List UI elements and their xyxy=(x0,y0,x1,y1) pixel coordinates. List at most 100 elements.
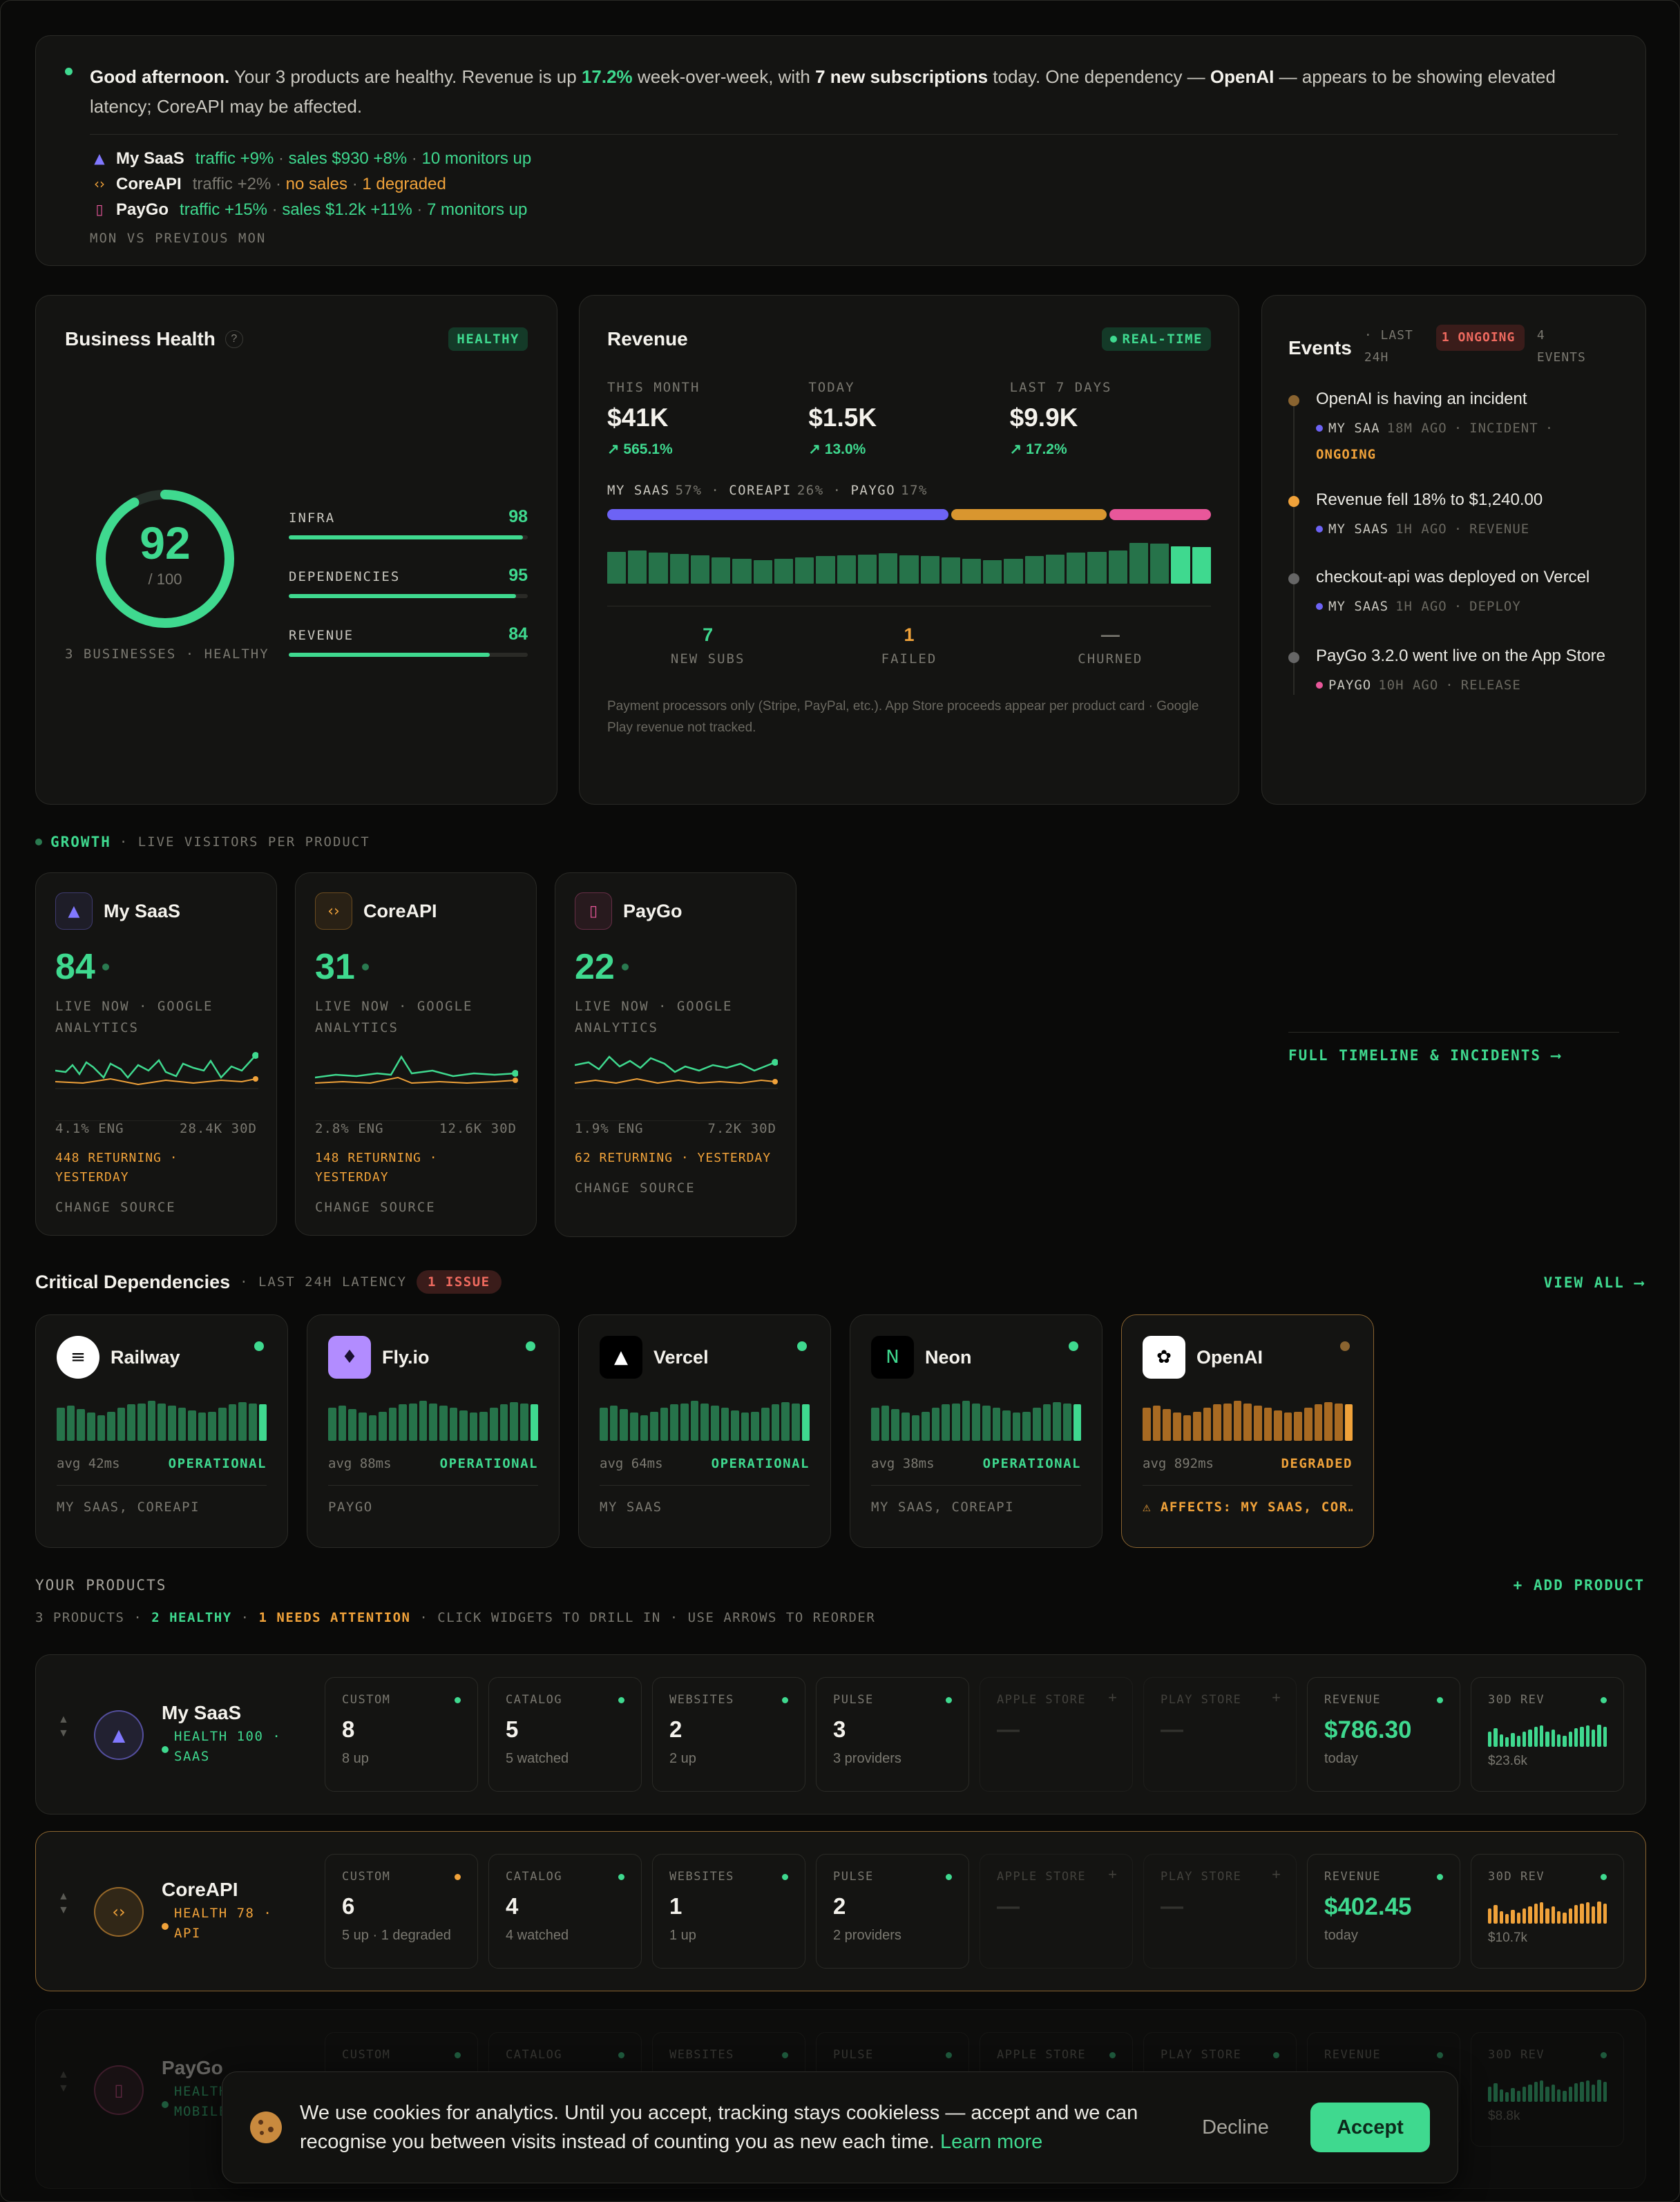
widget-value: 4 xyxy=(506,1893,519,1919)
revenue-30d-widget[interactable]: 30D REV $10.7k xyxy=(1471,1854,1624,1969)
product-widget[interactable]: CATALOG 5 5 watched xyxy=(488,1677,642,1792)
revenue-card[interactable]: Revenue REAL-TIME THIS MONTH $41K ↗ 565.1%… xyxy=(579,295,1239,805)
product-widget[interactable]: CATALOG 4 4 watched xyxy=(488,1854,642,1969)
revenue-widget[interactable]: REVENUE $786.30 today xyxy=(1307,1677,1460,1792)
event-item[interactable]: OpenAI is having an incident MY SAA 18M AG… xyxy=(1288,390,1619,490)
product-widget[interactable]: APPLE STORE + — xyxy=(980,1854,1133,1969)
dependency-card[interactable]: ♦ Fly.io avg 88ms OPERATIONAL PAYGO xyxy=(307,1314,560,1548)
reorder-arrows[interactable]: ▲ ▼ xyxy=(58,1890,69,1917)
help-icon[interactable]: ? xyxy=(225,330,243,348)
revenue-stat[interactable]: 1 FAILED xyxy=(808,624,1009,667)
change-source-link[interactable]: CHANGE SOURCE xyxy=(55,1200,257,1215)
product-type: MOBILE xyxy=(174,2104,228,2119)
revenue-30d-bars xyxy=(1488,2077,1607,2102)
event-time: 1H AGO xyxy=(1395,599,1447,614)
dependency-card[interactable]: ✿ OpenAI avg 892ms DEGRADED ⚠ AFFECTS: MY SA… xyxy=(1121,1314,1374,1548)
product-widget[interactable]: PULSE 2 2 providers xyxy=(816,1854,969,1969)
decline-button[interactable]: Decline xyxy=(1202,2116,1269,2139)
business-health-card[interactable]: Business Health ? HEALTHY 92 / 100 3 BUS… xyxy=(35,295,557,805)
product-label: MY SAA xyxy=(1328,421,1380,436)
change-source-link[interactable]: CHANGE SOURCE xyxy=(575,1180,776,1196)
revenue-bar xyxy=(1545,1908,1549,1924)
revenue-stat[interactable]: 7 NEW SUBS xyxy=(607,624,808,667)
view-all-link[interactable]: VIEW ALL ⟶ xyxy=(1544,1274,1645,1291)
add-widget-icon[interactable]: + xyxy=(1108,1689,1117,1707)
latency-bar xyxy=(1183,1415,1192,1441)
dependency-card[interactable]: ≡ Railway avg 42ms OPERATIONAL MY SAAS, CORE… xyxy=(35,1314,288,1548)
move-up-icon[interactable]: ▲ xyxy=(58,2068,69,2082)
move-down-icon[interactable]: ▼ xyxy=(58,2082,69,2096)
triangle-icon: ▲ xyxy=(614,1347,628,1368)
revenue-widget[interactable]: REVENUE $402.45 today xyxy=(1307,1854,1460,1969)
product-summary-line[interactable]: ‹› CoreAPI traffic +2% · no sales · 1 degr… xyxy=(90,171,1618,197)
event-item[interactable]: Revenue fell 18% to $1,240.00 MY SAAS 1H A… xyxy=(1288,490,1619,568)
ongoing-badge[interactable]: 1 ONGOING xyxy=(1435,325,1525,351)
product-summary-line[interactable]: ▲ My SaaS traffic +9% · sales $930 +8% · 1… xyxy=(90,146,1618,171)
revenue-stat[interactable]: — CHURNED xyxy=(1010,624,1211,667)
events-count: 4 EVENTS xyxy=(1536,328,1586,365)
latency-bar xyxy=(86,1413,95,1441)
move-down-icon[interactable]: ▼ xyxy=(58,1727,69,1741)
revenue-bar xyxy=(1534,1727,1538,1747)
add-widget-icon[interactable]: + xyxy=(1272,1866,1281,1884)
add-widget-icon[interactable]: + xyxy=(1272,1689,1281,1707)
product-widget[interactable]: APPLE STORE + — xyxy=(980,1677,1133,1792)
product-widget[interactable]: WEBSITES 2 2 up xyxy=(652,1677,805,1792)
stat-part: no sales xyxy=(285,175,348,193)
product-row[interactable]: ▲ ▼ ‹› CoreAPI HEALTH 78 · API CUSTOM 6 5 up · 1… xyxy=(35,1831,1646,1991)
product-widget[interactable]: CUSTOM 8 8 up xyxy=(325,1677,478,1792)
growth-card[interactable]: ▯ PayGo 22 LIVE NOW · GOOGLE ANALYTICS 1.9% E… xyxy=(555,872,796,1237)
product-row[interactable]: ▲ ▼ ▲ My SaaS HEALTH 100 · SAAS CUSTOM 8 8 up CAT… xyxy=(35,1654,1646,1815)
kpi-delta: ↗ 565.1% xyxy=(607,441,673,457)
revenue-30d-widget[interactable]: 30D REV $8.8k xyxy=(1471,2032,1624,2147)
latency-bar xyxy=(801,1404,810,1441)
reorder-arrows[interactable]: ▲ ▼ xyxy=(58,2068,69,2096)
separator: · xyxy=(1453,521,1463,537)
source-label-2: ANALYTICS xyxy=(315,1020,399,1035)
product-widget[interactable]: WEBSITES 1 1 up xyxy=(652,1854,805,1969)
latency-bar xyxy=(490,1408,498,1441)
reorder-arrows[interactable]: ▲ ▼ xyxy=(58,1713,69,1741)
latency-bar xyxy=(399,1404,407,1441)
full-timeline-link[interactable]: FULL TIMELINE & INCIDENTS ⟶ xyxy=(1288,1047,1561,1064)
latency-bar xyxy=(700,1403,709,1441)
issue-badge[interactable]: 1 ISSUE xyxy=(417,1270,502,1294)
rocket-icon: ▲ xyxy=(112,1725,126,1745)
stat-part: · xyxy=(267,200,283,219)
product-widget[interactable]: PLAY STORE + — xyxy=(1143,1677,1297,1792)
move-up-icon[interactable]: ▲ xyxy=(58,1890,69,1904)
event-item[interactable]: checkout-api was deployed on Vercel MY SA… xyxy=(1288,568,1619,647)
add-product-button[interactable]: + ADD PRODUCT xyxy=(1514,1577,1645,1593)
widget-status-dot xyxy=(946,2052,952,2058)
growth-card[interactable]: ‹› CoreAPI 31 LIVE NOW · GOOGLE ANALYTICS 2.8… xyxy=(295,872,537,1236)
engagement: 2.8% ENG xyxy=(315,1121,384,1136)
move-up-icon[interactable]: ▲ xyxy=(58,1713,69,1727)
widget-status-dot xyxy=(455,1697,461,1703)
event-item[interactable]: PayGo 3.2.0 went live on the App Store PA… xyxy=(1288,647,1619,716)
change-source-link[interactable]: CHANGE SOURCE xyxy=(315,1200,517,1215)
move-down-icon[interactable]: ▼ xyxy=(58,1904,69,1917)
dependency-card[interactable]: ▲ Vercel avg 64ms OPERATIONAL MY SAAS xyxy=(578,1314,831,1548)
product-widget[interactable]: CUSTOM 6 5 up · 1 degraded xyxy=(325,1854,478,1969)
latency-bar xyxy=(519,1403,528,1441)
accept-button[interactable]: Accept xyxy=(1310,2103,1430,2152)
latency-bar xyxy=(620,1408,628,1441)
product-name: PayGo xyxy=(116,200,169,219)
revenue-kpi[interactable]: LAST 7 DAYS $9.9K ↗ 17.2% xyxy=(1010,380,1211,458)
product-summary-line[interactable]: ▯ PayGo traffic +15% · sales $1.2k +11% · … xyxy=(90,197,1618,222)
revenue-kpi[interactable]: TODAY $1.5K ↗ 13.0% xyxy=(808,380,1009,458)
latency-bar xyxy=(660,1408,669,1441)
revenue-kpi[interactable]: THIS MONTH $41K ↗ 565.1% xyxy=(607,380,808,458)
dependency-card[interactable]: N Neon avg 38ms OPERATIONAL MY SAAS, COREAPI xyxy=(850,1314,1102,1548)
degraded-dependency[interactable]: OpenAI xyxy=(1210,66,1274,87)
product-widget[interactable]: PLAY STORE + — xyxy=(1143,1854,1297,1969)
revenue-bar xyxy=(1603,1904,1607,1924)
growth-card[interactable]: ▲ My SaaS 84 LIVE NOW · GOOGLE ANALYTICS 4.1%… xyxy=(35,872,277,1236)
revenue-bar xyxy=(1511,2088,1515,2102)
product-widget[interactable]: PULSE 3 3 providers xyxy=(816,1677,969,1792)
add-widget-icon[interactable]: + xyxy=(1108,1866,1117,1884)
learn-more-link[interactable]: Learn more xyxy=(940,2131,1042,2153)
realtime-label: REAL-TIME xyxy=(1122,332,1203,347)
latency-bar xyxy=(218,1408,227,1441)
revenue-30d-widget[interactable]: 30D REV $23.6k xyxy=(1471,1677,1624,1792)
